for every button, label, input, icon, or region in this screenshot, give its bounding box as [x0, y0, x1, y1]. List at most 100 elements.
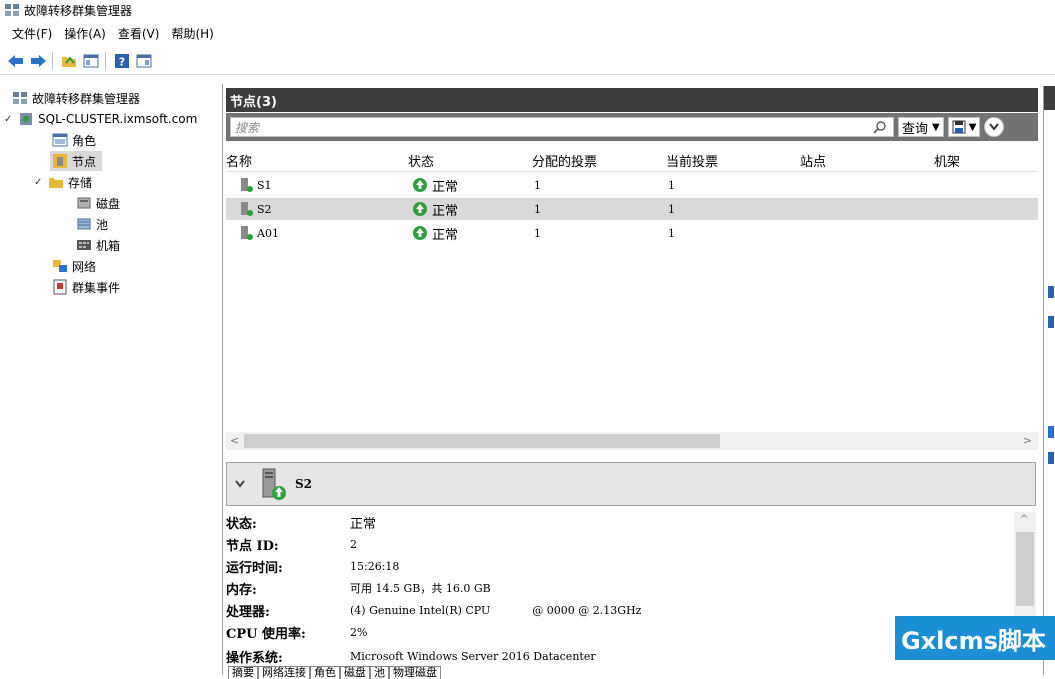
save-icon	[952, 120, 966, 134]
console-tree-icon	[83, 54, 99, 68]
node-name: S1	[257, 178, 272, 192]
save-query-button[interactable]: ▼	[947, 117, 981, 137]
svg-text:?: ?	[119, 56, 125, 69]
search-input[interactable]: 搜索	[230, 117, 894, 137]
tab-network-connections[interactable]: 网络连接	[258, 666, 310, 679]
back-arrow-icon	[8, 55, 23, 67]
detail-row-memory: 内存: 可用 14.5 GB，共 16.0 GB	[226, 578, 491, 598]
column-header-name[interactable]: 名称	[226, 150, 252, 170]
actions-pane[interactable]	[1043, 86, 1055, 675]
table-row[interactable]: A01 正常 1 1	[226, 222, 1038, 244]
action-icon[interactable]	[1048, 452, 1054, 464]
tab-pools[interactable]: 池	[370, 666, 389, 679]
detail-row-node-id: 节点 ID: 2	[226, 534, 357, 554]
name-cell: S1	[240, 177, 272, 193]
tree-label: 池	[96, 217, 109, 232]
field-label: 内存:	[226, 582, 257, 598]
menu-action[interactable]: 操作(A)	[58, 25, 112, 42]
scrollbar-thumb[interactable]	[244, 434, 720, 448]
search-icon[interactable]	[873, 120, 887, 134]
menu-bar: 文件(F) 操作(A) 查看(V) 帮助(H)	[0, 22, 1055, 44]
forward-button[interactable]	[28, 51, 48, 71]
scroll-up-icon[interactable]: ^	[1020, 514, 1028, 525]
back-button[interactable]	[6, 51, 26, 71]
tab-disks[interactable]: 磁盘	[340, 666, 370, 679]
action-icon[interactable]	[1048, 426, 1054, 438]
server-node-icon	[241, 178, 253, 192]
horizontal-scrollbar[interactable]: < >	[226, 432, 1038, 450]
tree-label: SQL-CLUSTER.ixmsoft.com	[38, 112, 198, 126]
detail-tabs: 摘要 网络连接 角色 磁盘 池 物理磁盘	[228, 666, 441, 679]
field-label: 处理器:	[226, 604, 270, 620]
tree-item-networks[interactable]: 网络	[52, 256, 96, 276]
column-header-status[interactable]: 状态	[408, 150, 434, 170]
actions-pane-header	[1044, 86, 1055, 110]
tree-item-nodes[interactable]: 节点	[50, 151, 102, 171]
tree-label: 机箱	[96, 238, 121, 253]
tab-summary[interactable]: 摘要	[228, 666, 258, 679]
expand-search-button[interactable]	[984, 117, 1005, 137]
up-folder-button[interactable]	[59, 51, 79, 71]
column-header-rack[interactable]: 机架	[934, 150, 960, 170]
tree-item-pools[interactable]: 池	[76, 214, 108, 234]
watermark-text: Gxlcms脚本	[901, 626, 1046, 655]
action-pane-icon	[136, 54, 152, 68]
tree-item-storage[interactable]: ✓ 存储	[34, 172, 92, 192]
help-button[interactable]: ?	[112, 51, 132, 71]
chevron-down-icon	[989, 123, 1000, 131]
field-value: 15:26:18	[350, 559, 400, 573]
current-vote-cell: 1	[668, 202, 675, 216]
chevron-down-icon: ▼	[932, 121, 940, 133]
scroll-right-icon[interactable]: >	[1023, 434, 1032, 447]
toolbar-separator	[105, 52, 106, 70]
status-up-icon	[413, 178, 427, 192]
detail-node-name: S2	[295, 477, 313, 491]
field-value: Microsoft Windows Server 2016 Datacenter	[350, 649, 596, 663]
tree-item-cluster[interactable]: ✓ SQL-CLUSTER.ixmsoft.com	[4, 109, 220, 129]
action-pane-button[interactable]	[134, 51, 154, 71]
name-cell: A01	[240, 225, 279, 241]
column-header-assigned-vote[interactable]: 分配的投票	[532, 150, 597, 170]
chevron-down-icon: ▼	[968, 121, 977, 133]
toolbar: ?	[0, 48, 1055, 75]
detail-row-processor: 处理器: (4) Genuine Intel(R) CPU @ 0000 @ 2…	[226, 600, 641, 620]
field-value: 可用 14.5 GB，共 16.0 GB	[350, 582, 491, 595]
table-row[interactable]: S2 正常 1 1	[226, 198, 1038, 220]
detail-row-cpu-usage: CPU 使用率: 2%	[226, 622, 367, 642]
menu-view[interactable]: 查看(V)	[112, 25, 166, 42]
tree-item-cluster-events[interactable]: 群集事件	[52, 277, 120, 297]
query-button[interactable]: 查询 ▼	[898, 117, 944, 137]
nodes-icon	[53, 154, 67, 168]
table-row[interactable]: S1 正常 1 1	[226, 174, 1038, 196]
tree-item-disks[interactable]: 磁盘	[76, 193, 120, 213]
field-label: 运行时间:	[226, 560, 283, 576]
column-header-site[interactable]: 站点	[800, 150, 826, 170]
scroll-left-icon[interactable]: <	[230, 434, 239, 447]
tab-physical-disks[interactable]: 物理磁盘	[389, 666, 441, 679]
detail-pane-header: S2	[226, 462, 1036, 506]
chevron-down-icon[interactable]: ✓	[4, 114, 14, 125]
cluster-icon	[20, 113, 32, 125]
chevron-down-icon[interactable]: ✓	[34, 177, 44, 188]
cluster-manager-icon	[13, 92, 27, 104]
menu-help[interactable]: 帮助(H)	[165, 25, 219, 42]
nodes-panel-title: 节点(3)	[226, 88, 1038, 112]
tree-item-enclosures[interactable]: 机箱	[76, 235, 120, 255]
tree-item-cluster-manager[interactable]: 故障转移群集管理器	[12, 88, 140, 108]
status-text: 正常	[432, 179, 459, 195]
show-hide-tree-button[interactable]	[81, 51, 101, 71]
tab-roles[interactable]: 角色	[310, 666, 340, 679]
assigned-vote-cell: 1	[534, 202, 541, 216]
action-icon[interactable]	[1048, 286, 1054, 298]
node-name: S2	[257, 202, 272, 216]
tree-item-roles[interactable]: 角色	[52, 130, 96, 150]
scrollbar-thumb[interactable]	[1016, 532, 1034, 606]
collapse-chevron-icon[interactable]	[235, 480, 245, 488]
column-header-current-vote[interactable]: 当前投票	[666, 150, 718, 170]
field-value: 2	[350, 537, 357, 551]
detail-row-os: 操作系统: Microsoft Windows Server 2016 Data…	[226, 646, 596, 666]
action-icon[interactable]	[1048, 316, 1054, 328]
menu-file[interactable]: 文件(F)	[0, 25, 58, 42]
network-icon	[53, 260, 67, 272]
window-title: 故障转移群集管理器	[24, 3, 133, 18]
